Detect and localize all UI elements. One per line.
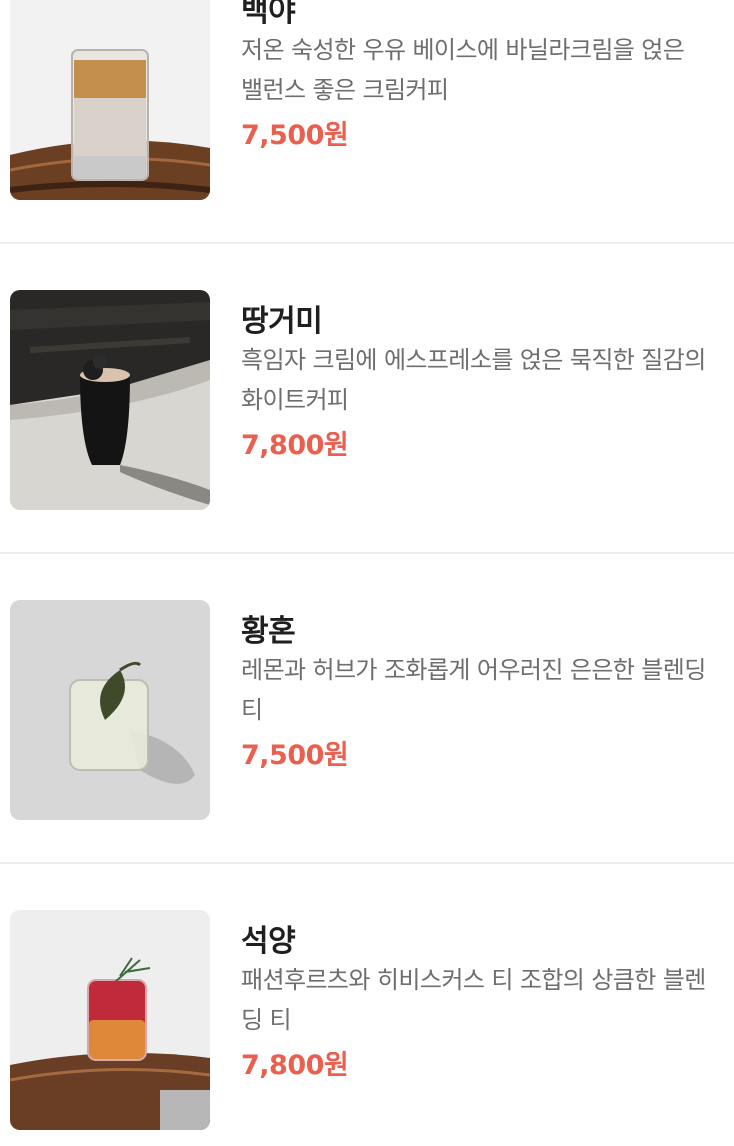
menu-item[interactable]: 백야 저온 숙성한 우유 베이스에 바닐라크림을 얹은 밸런스 좋은 크림커피 … bbox=[0, 0, 734, 244]
menu-item-description: 흑임자 크림에 에스프레소를 얹은 묵직한 질감의 화이트커피 bbox=[241, 346, 706, 414]
menu-item[interactable]: 땅거미 흑임자 크림에 에스프레소를 얹은 묵직한 질감의 화이트커피 7,80… bbox=[0, 244, 734, 554]
black-cup-coffee-image bbox=[10, 290, 210, 510]
red-hibiscus-tea-image bbox=[10, 910, 210, 1130]
creamy-coffee-glass-image bbox=[10, 0, 210, 200]
menu-item-description: 패션후르츠와 히비스커스 티 조합의 상큼한 블렌딩 티 bbox=[241, 966, 706, 1034]
menu-item-image[interactable] bbox=[10, 600, 210, 820]
menu-item-price: 7,500원 bbox=[241, 120, 349, 151]
menu-item-image[interactable] bbox=[10, 0, 210, 200]
lemon-herb-tea-image bbox=[10, 600, 210, 820]
menu-list: 백야 저온 숙성한 우유 베이스에 바닐라크림을 얹은 밸런스 좋은 크림커피 … bbox=[0, 0, 734, 1146]
menu-item-name: 땅거미 bbox=[241, 304, 323, 339]
menu-item-image[interactable] bbox=[10, 910, 210, 1130]
menu-item-price: 7,800원 bbox=[241, 1050, 349, 1081]
menu-item-description: 저온 숙성한 우유 베이스에 바닐라크림을 얹은 밸런스 좋은 크림커피 bbox=[241, 36, 685, 104]
menu-item[interactable]: 석양 패션후르츠와 히비스커스 티 조합의 상큼한 블렌딩 티 7,800원 bbox=[0, 864, 734, 1146]
menu-item[interactable]: 황혼 레몬과 허브가 조화롭게 어우러진 은은한 블렌딩 티 7,500원 bbox=[0, 554, 734, 864]
menu-item-name: 백야 bbox=[241, 0, 296, 29]
menu-item-name: 황혼 bbox=[241, 614, 296, 649]
menu-item-description: 레몬과 허브가 조화롭게 어우러진 은은한 블렌딩 티 bbox=[241, 656, 706, 724]
menu-item-name: 석양 bbox=[241, 924, 296, 959]
menu-item-price: 7,500원 bbox=[241, 740, 349, 771]
menu-item-image[interactable] bbox=[10, 290, 210, 510]
menu-item-price: 7,800원 bbox=[241, 430, 349, 461]
